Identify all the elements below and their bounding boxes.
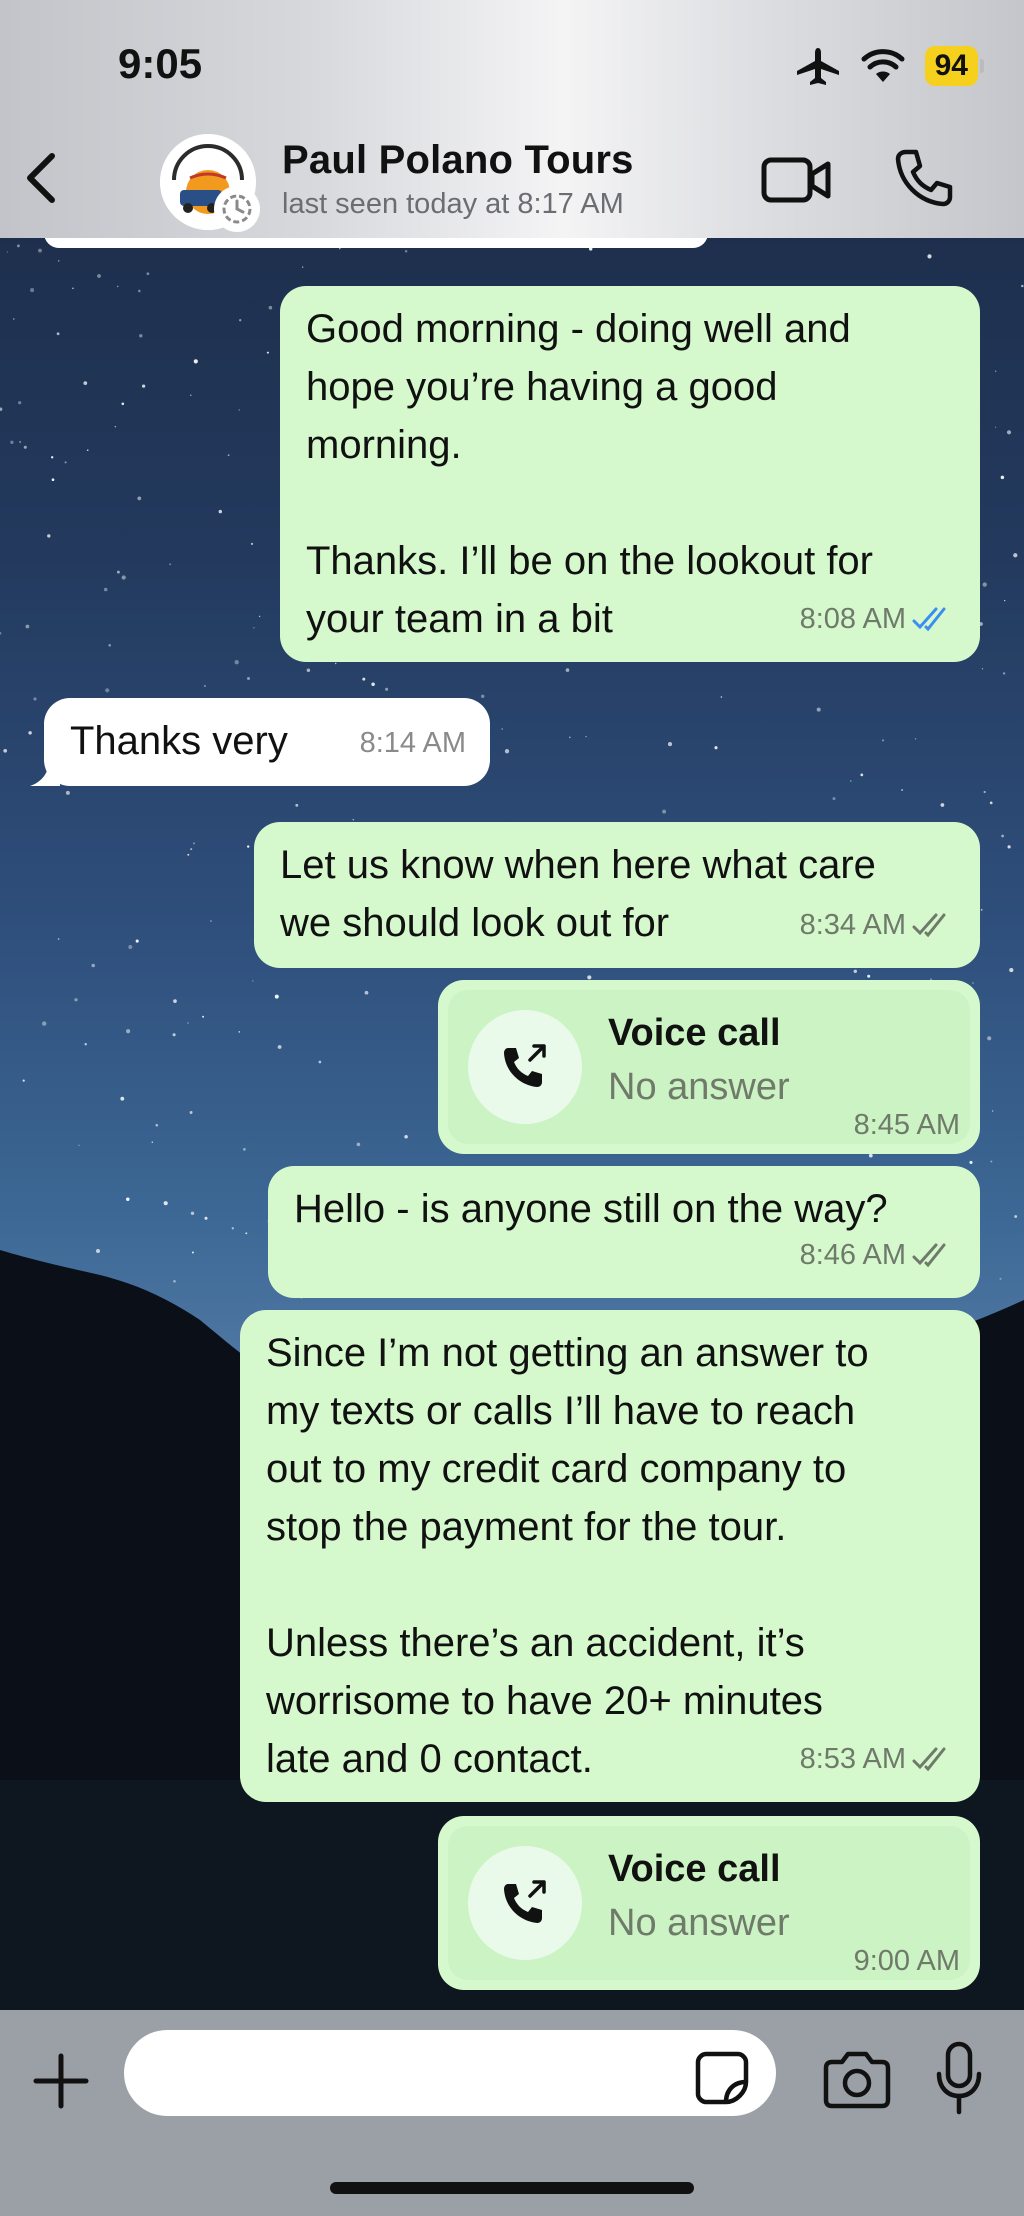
contact-name[interactable]: Paul Polano Tours — [282, 138, 634, 183]
voice-call-card[interactable]: Voice call No answer 9:00 AM — [438, 1816, 980, 1990]
sticker-button[interactable] — [694, 2050, 750, 2106]
message-meta: 8:08 AM — [800, 590, 956, 648]
status-icons: 94 — [795, 46, 984, 86]
call-icon-circle — [468, 1846, 582, 1960]
voice-call-button[interactable] — [892, 146, 956, 210]
attach-plus-button[interactable] — [30, 2050, 92, 2112]
delivered-receipt-icon — [912, 913, 946, 938]
video-call-button[interactable] — [760, 150, 832, 210]
outgoing-call-icon — [504, 1044, 546, 1087]
message-time: 8:08 AM — [799, 603, 906, 635]
message-time: 8:45 AM — [853, 1109, 960, 1141]
message-composer — [0, 2010, 1024, 2216]
battery-indicator: 94 — [924, 46, 978, 86]
call-title: Voice call — [608, 1012, 781, 1054]
delivered-receipt-icon — [912, 1243, 946, 1268]
delivered-receipt-icon — [912, 1747, 946, 1772]
outgoing-call-icon — [504, 1880, 546, 1923]
microphone-button[interactable] — [934, 2040, 984, 2116]
airplane-icon — [796, 48, 839, 85]
message-meta: 8:14 AM — [360, 714, 466, 772]
status-time: 9:05 — [118, 40, 203, 87]
battery-nub — [980, 59, 984, 73]
voice-call-card[interactable]: Voice call No answer 8:45 AM — [438, 980, 980, 1154]
read-receipt-icon — [912, 607, 946, 632]
message-time: 8:53 AM — [799, 1743, 906, 1775]
disappearing-timer-badge — [214, 186, 260, 232]
camera-button[interactable] — [822, 2048, 892, 2110]
call-status: No answer — [608, 1902, 790, 1944]
last-seen-status: last seen today at 8:17 AM — [282, 188, 624, 220]
message-bubble-outgoing[interactable]: Hello - is anyone still on the way? 8:46… — [268, 1166, 980, 1298]
call-icon-circle — [468, 1010, 582, 1124]
call-status: No answer — [608, 1066, 790, 1108]
message-bubble-outgoing[interactable]: Since I’m not getting an answer to my te… — [240, 1310, 980, 1802]
message-time: 9:00 AM — [853, 1945, 960, 1977]
wifi-icon — [861, 49, 905, 82]
message-bubble-outgoing[interactable]: Let us know when here what care we shoul… — [254, 822, 980, 968]
timer-icon — [222, 194, 252, 224]
message-meta: 8:46 AM — [800, 1226, 956, 1284]
bubble-tail — [30, 756, 60, 786]
message-bubble-outgoing[interactable]: Good morning - doing well and hope you’r… — [280, 286, 980, 662]
message-time: 8:46 AM — [799, 1239, 906, 1271]
message-meta: 8:34 AM — [800, 896, 956, 954]
home-indicator[interactable] — [330, 2182, 694, 2194]
message-bubble-incoming[interactable]: Thanks very 8:14 AM — [30, 698, 490, 786]
message-input[interactable] — [124, 2030, 776, 2116]
message-meta: 8:53 AM — [800, 1730, 956, 1788]
message-time: 8:34 AM — [799, 909, 906, 941]
message-time: 8:14 AM — [359, 727, 466, 759]
back-button[interactable] — [14, 148, 74, 208]
chat-header: 9:05 94 Paul Polano Tours last seen toda… — [0, 0, 1024, 238]
message-text: Since I’m not getting an answer to my te… — [266, 1331, 869, 1781]
call-title: Voice call — [608, 1848, 781, 1890]
